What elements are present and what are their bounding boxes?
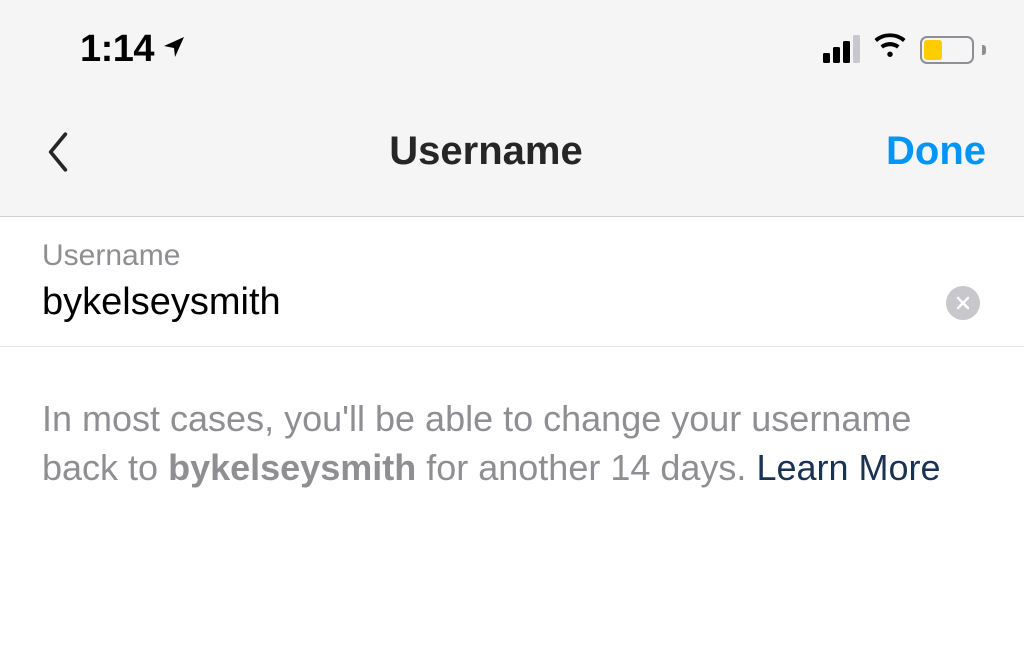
location-icon: [162, 35, 186, 64]
info-text: In most cases, you'll be able to change …: [42, 395, 982, 492]
learn-more-link[interactable]: Learn More: [756, 447, 940, 488]
username-input-section: Username: [0, 217, 1024, 347]
wifi-icon: [872, 33, 908, 66]
status-time: 1:14: [80, 28, 154, 71]
status-right: [823, 33, 980, 66]
done-button[interactable]: Done: [886, 129, 986, 174]
status-left: 1:14: [80, 28, 186, 71]
info-section: In most cases, you'll be able to change …: [0, 347, 1024, 540]
username-label: Username: [42, 239, 982, 273]
chevron-left-icon: [46, 131, 70, 173]
info-bold-username: bykelseysmith: [168, 447, 416, 488]
nav-bar: Username Done: [0, 99, 1024, 217]
cellular-signal-icon: [823, 37, 860, 63]
input-row: [42, 281, 982, 324]
clear-button[interactable]: [946, 286, 980, 320]
info-text-after: for another 14 days.: [416, 447, 756, 488]
page-title: Username: [389, 129, 582, 174]
close-icon: [955, 295, 971, 311]
battery-icon: [920, 36, 980, 64]
status-bar: 1:14: [0, 0, 1024, 99]
back-button[interactable]: [46, 132, 86, 172]
username-input[interactable]: [42, 281, 946, 324]
